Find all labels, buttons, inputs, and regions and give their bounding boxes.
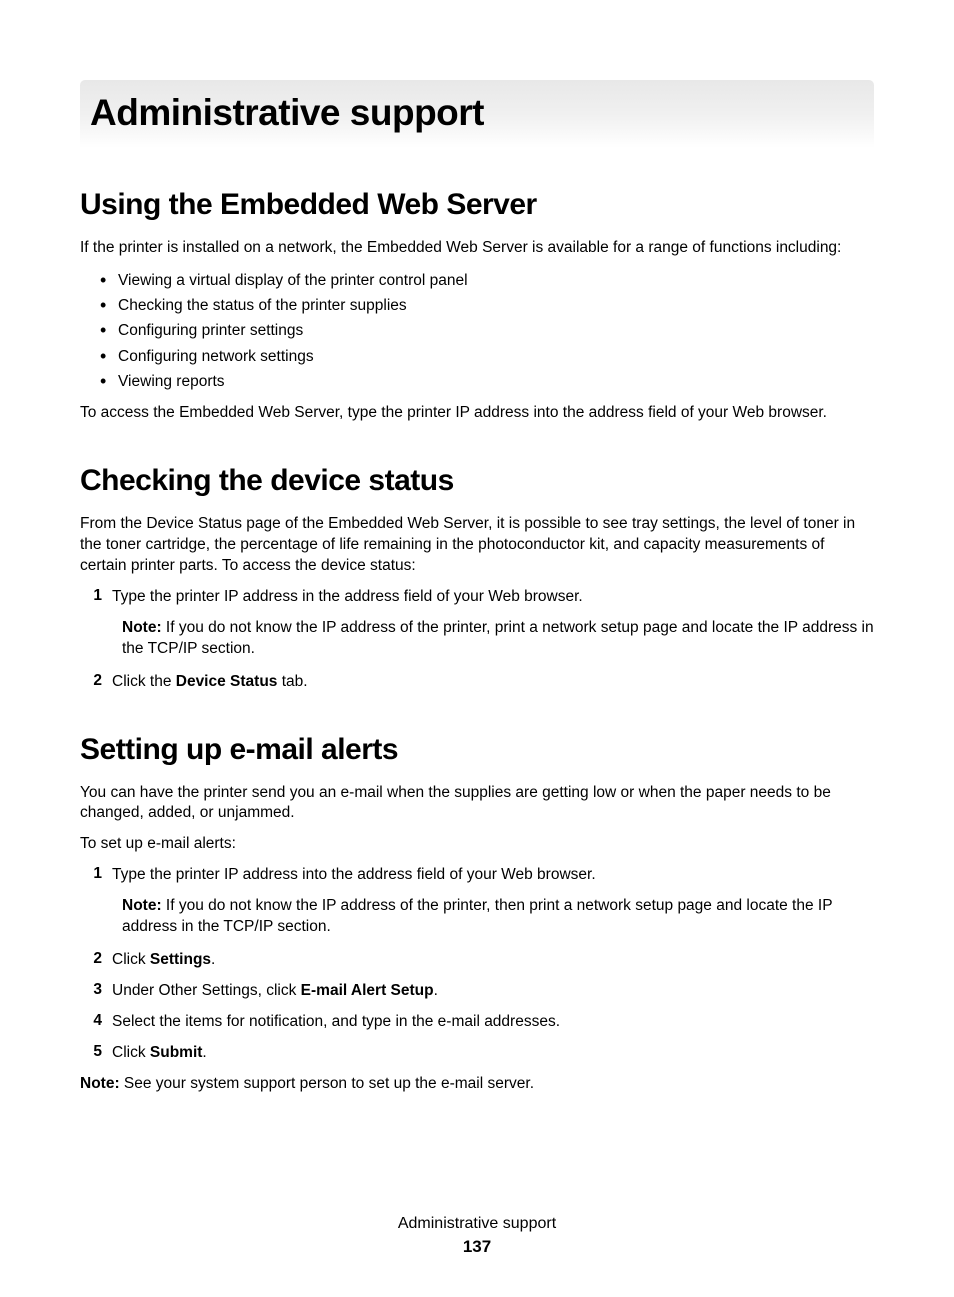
step-number: 4 <box>90 1012 112 1033</box>
section-heading: Using the Embedded Web Server <box>80 188 874 222</box>
step-1: 1 Type the printer IP address into the a… <box>80 865 874 886</box>
section-heading: Setting up e-mail alerts <box>80 733 874 767</box>
pre-text: Click the <box>112 673 176 690</box>
section-embedded-web-server: Using the Embedded Web Server If the pri… <box>80 188 874 424</box>
step-1: 1 Type the printer IP address in the add… <box>80 587 874 608</box>
bold-term: Submit <box>150 1044 203 1061</box>
note: Note: If you do not know the IP address … <box>80 618 874 660</box>
step-text: Type the printer IP address into the add… <box>112 865 874 886</box>
post-text: . <box>202 1044 206 1061</box>
note-label: Note: <box>80 1075 120 1092</box>
intro-text: You can have the printer send you an e-m… <box>80 783 874 825</box>
step-number: 3 <box>90 981 112 1002</box>
final-note: Note: See your system support person to … <box>80 1074 874 1095</box>
step-text: Click Settings. <box>112 950 874 971</box>
list-item: Checking the status of the printer suppl… <box>118 294 874 317</box>
pre-text: Click <box>112 951 150 968</box>
step-4: 4 Select the items for notification, and… <box>80 1012 874 1033</box>
step-number: 1 <box>90 587 112 608</box>
step-3: 3 Under Other Settings, click E-mail Ale… <box>80 981 874 1002</box>
bold-term: E-mail Alert Setup <box>301 982 434 999</box>
step-text: Type the printer IP address in the addre… <box>112 587 874 608</box>
pre-text: Under Other Settings, click <box>112 982 301 999</box>
page-number: 137 <box>80 1237 874 1257</box>
list-item: Configuring network settings <box>118 345 874 368</box>
page-footer: Administrative support 137 <box>80 1215 874 1257</box>
step-number: 2 <box>90 672 112 693</box>
step-number: 2 <box>90 950 112 971</box>
step-text: Select the items for notification, and t… <box>112 1012 874 1033</box>
step-number: 1 <box>90 865 112 886</box>
list-item: Configuring printer settings <box>118 319 874 342</box>
bold-term: Device Status <box>176 673 278 690</box>
note-label: Note: <box>122 619 162 636</box>
section-device-status: Checking the device status From the Devi… <box>80 464 874 692</box>
step-text: Click Submit. <box>112 1043 874 1064</box>
note-text: If you do not know the IP address of the… <box>122 619 874 657</box>
section-email-alerts: Setting up e-mail alerts You can have th… <box>80 733 874 1095</box>
note-label: Note: <box>122 897 162 914</box>
note-text: See your system support person to set up… <box>120 1075 534 1092</box>
step-text: Under Other Settings, click E-mail Alert… <box>112 981 874 1002</box>
post-text: . <box>434 982 438 999</box>
step-text: Click the Device Status tab. <box>112 672 874 693</box>
post-text: . <box>211 951 215 968</box>
bold-term: Settings <box>150 951 211 968</box>
note-text: If you do not know the IP address of the… <box>122 897 832 935</box>
bullet-list: Viewing a virtual display of the printer… <box>80 269 874 393</box>
list-item: Viewing reports <box>118 370 874 393</box>
intro-text-2: To set up e-mail alerts: <box>80 834 874 855</box>
step-5: 5 Click Submit. <box>80 1043 874 1064</box>
intro-text: From the Device Status page of the Embed… <box>80 514 874 577</box>
step-2: 2 Click the Device Status tab. <box>80 672 874 693</box>
pre-text: Click <box>112 1044 150 1061</box>
step-2: 2 Click Settings. <box>80 950 874 971</box>
page-title: Administrative support <box>80 80 874 148</box>
footer-title: Administrative support <box>80 1215 874 1233</box>
note: Note: If you do not know the IP address … <box>80 896 874 938</box>
section-heading: Checking the device status <box>80 464 874 498</box>
step-number: 5 <box>90 1043 112 1064</box>
intro-text: If the printer is installed on a network… <box>80 238 874 259</box>
post-text: tab. <box>277 673 307 690</box>
list-item: Viewing a virtual display of the printer… <box>118 269 874 292</box>
outro-text: To access the Embedded Web Server, type … <box>80 403 874 424</box>
